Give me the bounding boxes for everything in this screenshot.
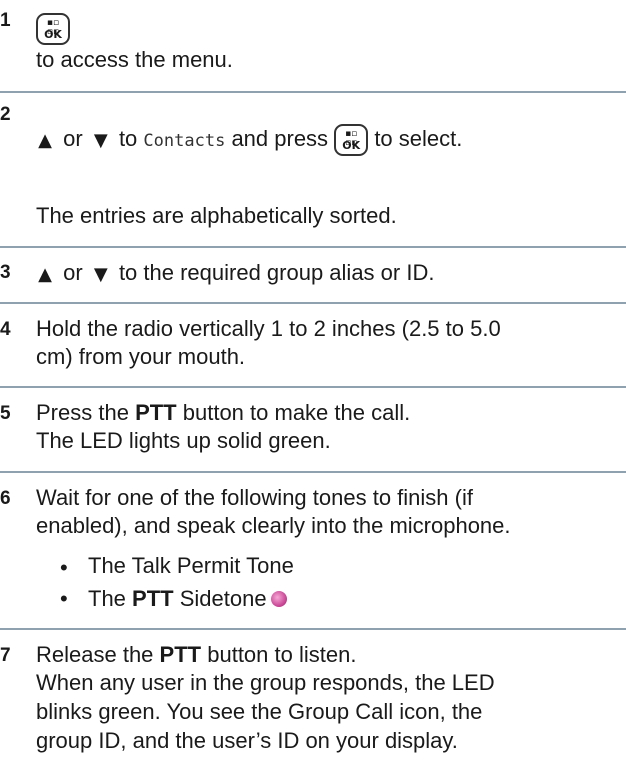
step-number: 4	[0, 319, 11, 340]
step-text-line: enabled), and speak clearly into the mic…	[36, 513, 511, 538]
step-number: 5	[0, 403, 11, 424]
step-text: ▲ or ▼ to Contacts and press ▪▫ ▫▫ OK to s…	[33, 124, 462, 156]
down-arrow-icon: ▼	[93, 264, 108, 285]
step-text-line: blinks green. You see the Group Call ico…	[36, 699, 483, 724]
bullet-text: The PTT Sidetone	[88, 586, 287, 612]
step-number: 3	[0, 262, 11, 283]
divider	[0, 302, 626, 304]
step-2-note: The entries are alphabetically sorted.	[36, 203, 397, 228]
step-text-line: Wait for one of the following tones to f…	[36, 485, 473, 510]
step-text-line: cm) from your mouth.	[36, 344, 246, 369]
step-text: ▲ or ▼ to the required group alias or ID…	[33, 258, 434, 290]
step-number: 1	[0, 10, 11, 31]
step-number: 2	[0, 104, 11, 125]
divider	[0, 91, 626, 93]
step-text-line: When any user in the group responds, the…	[36, 670, 495, 695]
up-arrow-icon: ▲	[38, 130, 52, 151]
step-text-line: Release the PTT button to listen.	[36, 642, 357, 667]
ptt-label: PTT	[159, 642, 202, 667]
bullet-dot: •	[60, 586, 68, 611]
divider	[0, 471, 626, 473]
divider	[0, 628, 626, 630]
step-text-line: Hold the radio vertically 1 to 2 inches …	[36, 316, 501, 341]
menu-ok-key-icon: ▪▫ ▫▫ OK	[36, 13, 70, 45]
step-text-line: Press the PTT button to make the call.	[36, 400, 411, 425]
step-text-line: group ID, and the user’s ID on your disp…	[36, 728, 458, 753]
divider	[0, 246, 626, 248]
sidetone-icon	[270, 591, 287, 607]
bullet-text: The Talk Permit Tone	[88, 553, 294, 578]
ptt-label: PTT	[135, 400, 177, 425]
step-number: 6	[0, 488, 11, 509]
step-number: 7	[0, 645, 11, 666]
menu-ok-key-icon: ▪▫ ▫▫ OK	[334, 124, 369, 156]
contacts-menu-label: Contacts	[143, 131, 226, 151]
down-arrow-icon: ▼	[93, 130, 108, 151]
bullet-dot: •	[60, 555, 68, 580]
up-arrow-icon: ▲	[38, 264, 52, 285]
step-1-text: to access the menu.	[36, 47, 233, 72]
step-text: ▪▫ ▫▫ OK to access the menu.	[36, 13, 233, 75]
step-text-line: The LED lights up solid green.	[36, 428, 331, 453]
divider	[0, 386, 626, 388]
